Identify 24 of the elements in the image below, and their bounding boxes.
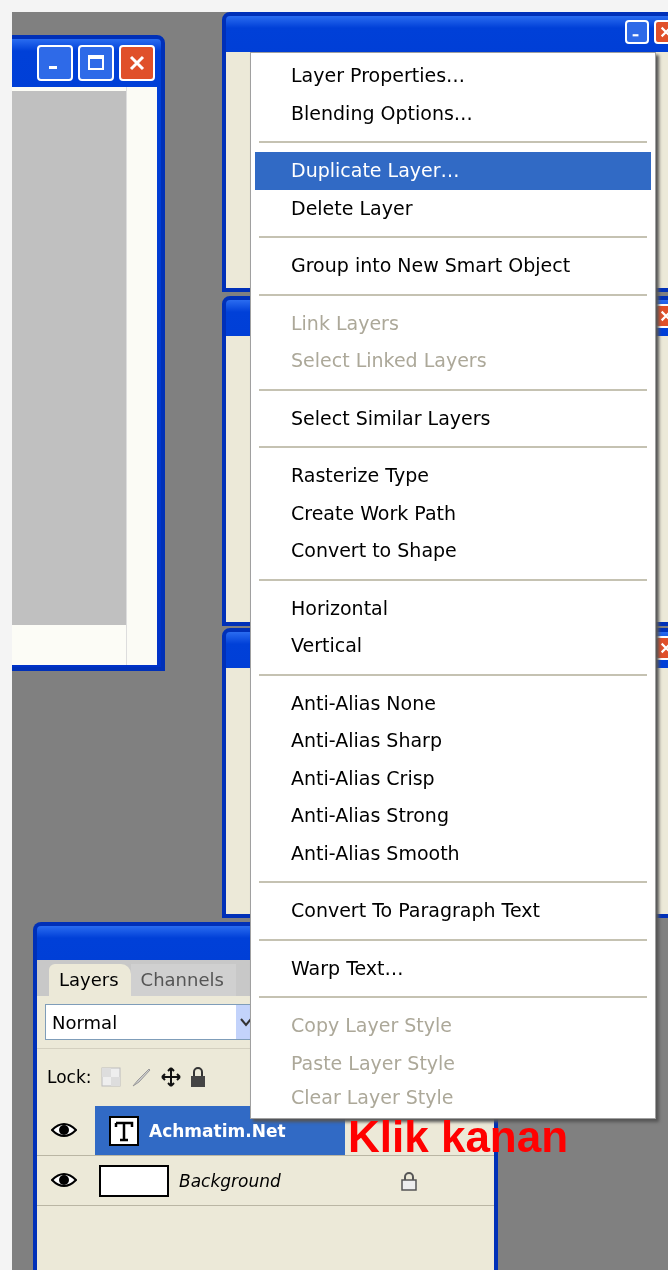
menu-item[interactable]: Warp Text… xyxy=(255,949,651,987)
menu-item[interactable]: Convert to Shape xyxy=(255,532,651,570)
menu-item[interactable]: Anti-Alias Sharp xyxy=(255,722,651,760)
layer-name: Achmatim.Net xyxy=(149,1120,286,1141)
menu-item[interactable]: Select Similar Layers xyxy=(255,399,651,437)
menu-item[interactable]: Vertical xyxy=(255,627,651,665)
layer-row[interactable]: Background xyxy=(95,1156,454,1205)
menu-item[interactable]: Horizontal xyxy=(255,589,651,627)
menu-item[interactable]: Anti-Alias Strong xyxy=(255,797,651,835)
tab[interactable]: Channels xyxy=(130,964,236,996)
menu-item[interactable]: Blending Options… xyxy=(255,94,651,132)
lock-label: Lock: xyxy=(47,1067,92,1087)
menu-item[interactable]: Rasterize Type xyxy=(255,457,651,495)
menu-item[interactable]: Anti-Alias Smooth xyxy=(255,834,651,872)
menu-item[interactable]: Create Work Path xyxy=(255,494,651,532)
tab[interactable]: Layers xyxy=(49,964,131,996)
menu-item[interactable]: Convert To Paragraph Text xyxy=(255,892,651,930)
menu-item[interactable]: Layer Properties… xyxy=(255,57,651,95)
menu-item[interactable]: Delete Layer xyxy=(255,189,651,227)
menu-item[interactable]: Duplicate Layer… xyxy=(255,152,651,190)
menu-item[interactable]: Group into New Smart Object xyxy=(255,247,651,285)
menu-item[interactable]: Anti-Alias None xyxy=(255,684,651,722)
menu-item[interactable]: Anti-Alias Crisp xyxy=(255,759,651,797)
layer-name: Background xyxy=(179,1170,281,1191)
